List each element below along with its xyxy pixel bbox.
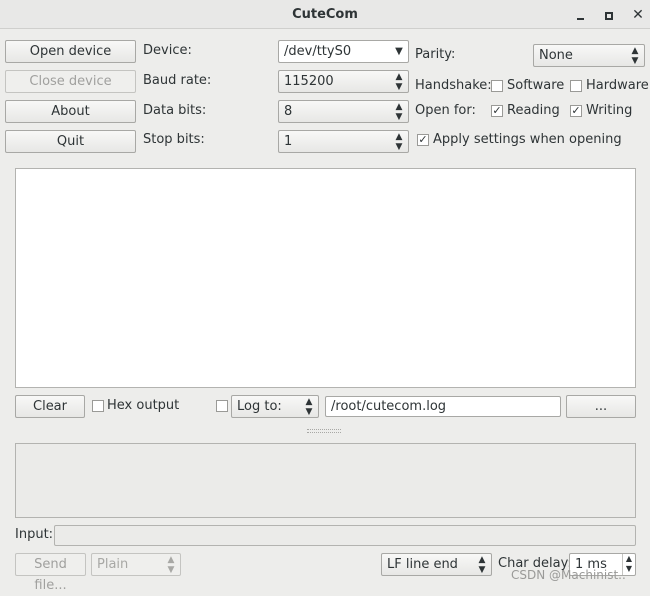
hex-output-label: Hex output [107,398,180,413]
log-to-value: Log to: [237,399,282,414]
checkmark-icon: ✓ [418,133,428,146]
minimize-icon [576,17,584,20]
send-mode-combo[interactable]: Plain ▲ ▼ [91,553,181,576]
line-end-value: LF line end [387,557,458,572]
handshake-label: Handshake: [415,78,492,93]
up-down-arrows-icon: ▲ ▼ [395,102,403,122]
history-list[interactable] [15,443,636,518]
maximize-icon [605,11,613,20]
log-to-checkbox[interactable] [216,400,228,412]
reading-checkbox[interactable]: ✓ [491,105,503,117]
data-bits-combo[interactable]: 8 ▲ ▼ [278,100,409,123]
hex-output-checkbox[interactable] [92,400,104,412]
device-value: /dev/ttyS0 [284,44,352,59]
up-down-arrows-icon: ▲ ▼ [167,555,175,575]
checkmark-icon: ✓ [571,104,581,117]
software-checkbox[interactable] [491,80,503,92]
splitter-handle[interactable] [307,429,341,433]
hardware-label: Hardware [586,78,649,93]
send-file-button[interactable]: Send file... [15,553,86,593]
window-title: CuteCom [292,7,358,22]
parity-combo[interactable]: None ▲ ▼ [533,44,645,67]
browse-log-button[interactable]: ... [566,395,636,418]
up-down-arrows-icon: ▲ ▼ [395,72,403,92]
close-icon: ✕ [632,7,644,23]
chevron-down-icon: ▼ [395,46,403,57]
input-label: Input: [15,527,54,542]
close-device-button[interactable]: Close device [5,70,136,93]
minimize-button[interactable] [570,5,590,25]
input-field[interactable] [54,525,636,546]
parity-value: None [539,48,573,63]
up-down-arrows-icon: ▲ ▼ [478,555,486,575]
baud-rate-combo[interactable]: 115200 ▲ ▼ [278,70,409,93]
apply-settings-checkbox[interactable]: ✓ [417,134,429,146]
clear-button[interactable]: Clear [15,395,85,418]
stop-bits-label: Stop bits: [143,132,205,147]
quit-button[interactable]: Quit [5,130,136,153]
stop-bits-combo[interactable]: 1 ▲ ▼ [278,130,409,153]
open-device-button[interactable]: Open device [5,40,136,63]
data-bits-label: Data bits: [143,103,207,118]
device-label: Device: [143,43,192,58]
baud-rate-label: Baud rate: [143,73,212,88]
log-to-combo[interactable]: Log to: ▲ ▼ [231,395,319,418]
about-button[interactable]: About [5,100,136,123]
parity-label: Parity: [415,47,456,62]
writing-checkbox[interactable]: ✓ [570,105,582,117]
apply-settings-label: Apply settings when opening [433,132,622,147]
log-file-input[interactable]: /root/cutecom.log [325,396,561,417]
writing-label: Writing [586,103,633,118]
output-textarea[interactable] [15,168,636,388]
reading-label: Reading [507,103,560,118]
baud-rate-value: 115200 [284,74,334,89]
stop-bits-value: 1 [284,134,293,149]
device-combo[interactable]: /dev/ttyS0 ▼ [278,40,409,63]
line-end-combo[interactable]: LF line end ▲ ▼ [381,553,492,576]
data-bits-value: 8 [284,104,293,119]
send-mode-value: Plain [97,557,129,572]
up-down-arrows-icon: ▲ ▼ [631,46,639,66]
maximize-button[interactable] [599,5,619,25]
open-for-label: Open for: [415,103,476,118]
up-down-arrows-icon: ▲ ▼ [305,397,313,417]
close-window-button[interactable]: ✕ [628,5,648,25]
up-down-arrows-icon: ▲ ▼ [395,132,403,152]
software-label: Software [507,78,565,93]
watermark: CSDN @Machinist.. [511,568,626,582]
checkmark-icon: ✓ [492,104,502,117]
hardware-checkbox[interactable] [570,80,582,92]
